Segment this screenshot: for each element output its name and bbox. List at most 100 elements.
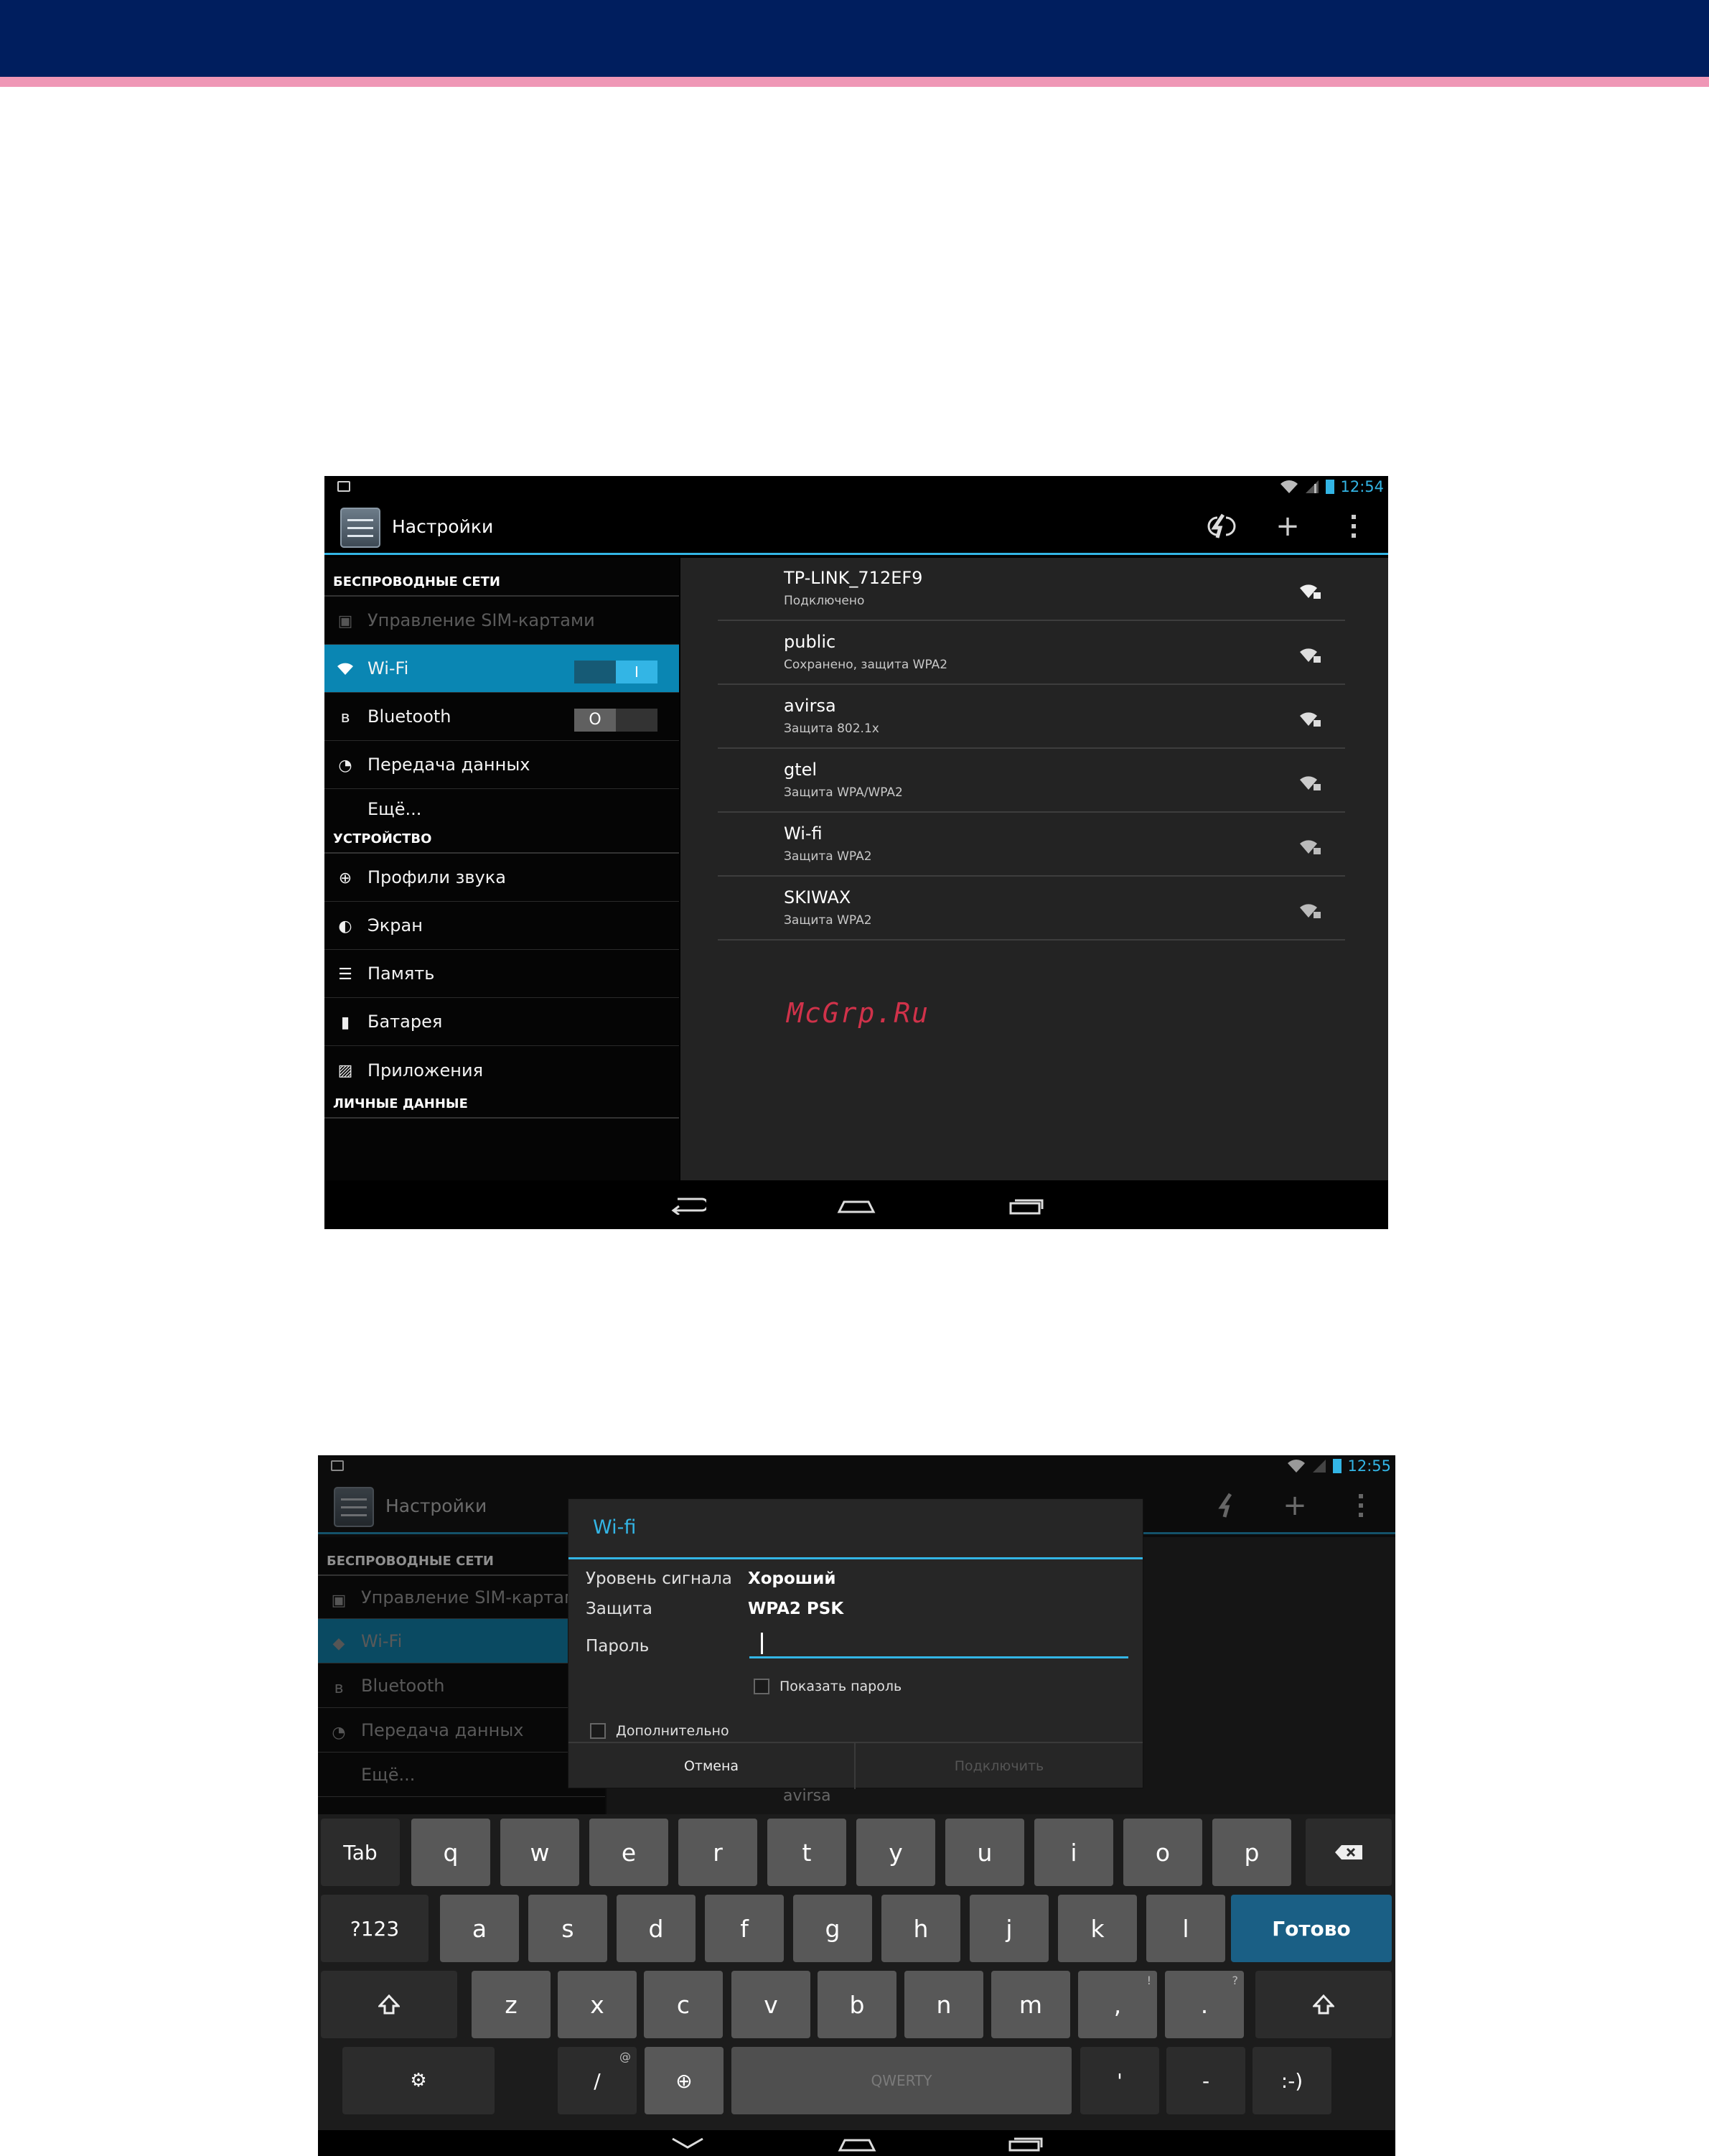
key-h[interactable]: h [881, 1895, 960, 1962]
sidebar-item-storage[interactable]: ☰ Память [324, 950, 679, 998]
network-item[interactable]: TP-LINK_712EF9 Подключено [718, 558, 1345, 621]
key-label: g [825, 1914, 841, 1943]
add-icon[interactable]: + [1273, 1484, 1316, 1527]
shift-key-right[interactable] [1255, 1971, 1392, 2038]
sidebar-item-data-usage[interactable]: ◔ Передача данных [324, 741, 679, 789]
sidebar-item-sim[interactable]: ▣ Управление SIM-картами [318, 1576, 605, 1619]
data-usage-icon: ◔ [332, 1723, 346, 1742]
key-n[interactable]: n [904, 1971, 983, 2038]
back-icon[interactable] [670, 1193, 706, 1215]
space-bar[interactable]: QWERTY [731, 2047, 1072, 2114]
battery-icon [1333, 1459, 1342, 1473]
cancel-button[interactable]: Отмена [568, 1743, 856, 1789]
settings-app-icon[interactable] [334, 1487, 374, 1527]
key-z[interactable]: z [472, 1971, 551, 2038]
key-u[interactable]: u [945, 1819, 1024, 1886]
wifi-signal-icon [1288, 1460, 1306, 1473]
shift-key-left[interactable] [321, 1971, 457, 2038]
key-label: m [1019, 1990, 1043, 2019]
sidebar-item-wifi[interactable]: Wi-Fi I [324, 645, 679, 693]
home-icon[interactable] [838, 2133, 876, 2152]
security-value: WPA2 PSK [748, 1600, 844, 1618]
key-dash[interactable]: - [1166, 2047, 1245, 2114]
page-title: Настройки [392, 516, 494, 537]
network-item[interactable]: gtel Защита WPA/WPA2 [718, 750, 1345, 813]
key-o[interactable]: o [1123, 1819, 1202, 1886]
sidebar-item-wifi[interactable]: ◆ Wi-Fi [318, 1619, 605, 1663]
password-input[interactable] [749, 1630, 1128, 1658]
key-j[interactable]: j [970, 1895, 1049, 1962]
advanced-checkbox[interactable] [590, 1723, 606, 1739]
sim-icon: ▣ [337, 612, 353, 630]
bluetooth-toggle[interactable]: O [574, 709, 657, 732]
key-s[interactable]: s [528, 1895, 607, 1962]
network-item[interactable]: avirsa Защита 802.1x [718, 686, 1345, 749]
key-g[interactable]: g [793, 1895, 872, 1962]
key-l[interactable]: l [1146, 1895, 1225, 1962]
key-smiley[interactable]: :-) [1253, 2047, 1331, 2114]
key-q[interactable]: q [411, 1819, 490, 1886]
sidebar-item-data-usage[interactable]: ◔ Передача данных [318, 1708, 605, 1753]
sidebar-item-apps[interactable]: ▨ Приложения [324, 1046, 679, 1094]
settings-app-icon[interactable] [340, 508, 380, 548]
key-t[interactable]: t [767, 1819, 846, 1886]
wifi-lock-icon [1300, 584, 1321, 599]
sidebar-item-more[interactable]: Ещё... [318, 1753, 605, 1797]
key-a[interactable]: a [440, 1895, 519, 1962]
data-usage-icon: ◔ [338, 756, 352, 775]
sidebar-item-battery[interactable]: ▮ Батарея [324, 998, 679, 1046]
key-symbols[interactable]: ?123 [321, 1895, 429, 1962]
sync-icon[interactable] [1200, 505, 1243, 548]
key-k[interactable]: k [1058, 1895, 1137, 1962]
sync-icon[interactable] [1207, 1484, 1250, 1527]
key-f[interactable]: f [705, 1895, 784, 1962]
wifi-toggle[interactable]: I [574, 661, 657, 683]
key-r[interactable]: r [678, 1819, 757, 1886]
connect-button[interactable]: Подключить [856, 1743, 1143, 1789]
language-key[interactable]: ⊕ [645, 2047, 724, 2114]
backspace-key[interactable] [1306, 1819, 1392, 1886]
key-b[interactable]: b [818, 1971, 896, 2038]
recent-apps-icon[interactable] [1007, 2133, 1044, 2152]
network-item[interactable]: public Сохранено, защита WPA2 [718, 622, 1345, 685]
sidebar-item-bluetooth[interactable]: ʙ Bluetooth O [324, 693, 679, 741]
show-password-checkbox[interactable] [754, 1679, 769, 1694]
overflow-menu-icon[interactable] [1339, 1484, 1382, 1527]
settings-key[interactable]: ⚙ [342, 2047, 495, 2114]
key-x[interactable]: x [558, 1971, 637, 2038]
recent-apps-icon[interactable] [1008, 1193, 1045, 1215]
settings-menu: БЕСПРОВОДНЫЕ СЕТИ ▣ Управление SIM-картам… [324, 558, 679, 1180]
key-comma[interactable]: ,! [1078, 1971, 1157, 2038]
overflow-menu-icon[interactable] [1332, 505, 1375, 548]
key-y[interactable]: y [856, 1819, 935, 1886]
sidebar-item-sound[interactable]: ⊕ Профили звука [324, 854, 679, 902]
wifi-lock-icon [1300, 648, 1321, 663]
network-ssid: avirsa [784, 696, 836, 716]
network-item[interactable]: SKIWAX Защита WPA2 [718, 877, 1345, 941]
add-icon[interactable]: + [1266, 505, 1309, 548]
network-item[interactable]: Wi-fi Защита WPA2 [718, 813, 1345, 877]
sidebar-item-sim[interactable]: ▣ Управление SIM-картами [324, 597, 679, 645]
done-button[interactable]: Готово [1231, 1895, 1392, 1962]
key-e[interactable]: e [589, 1819, 668, 1886]
key-p[interactable]: p [1212, 1819, 1291, 1886]
key-w[interactable]: w [500, 1819, 579, 1886]
key-m[interactable]: m [991, 1971, 1070, 2038]
key-period[interactable]: .? [1165, 1971, 1244, 2038]
home-icon[interactable] [837, 1193, 876, 1215]
navigation-bar [324, 1180, 1388, 1229]
key-slash[interactable]: / @ [558, 2047, 637, 2114]
key-label: - [1202, 2068, 1210, 2093]
key-tab[interactable]: Tab [321, 1819, 400, 1886]
key-i[interactable]: i [1034, 1819, 1113, 1886]
sidebar-item-display[interactable]: ◐ Экран [324, 902, 679, 950]
sidebar-item-more[interactable]: Ещё... [324, 789, 679, 829]
key-d[interactable]: d [617, 1895, 696, 1962]
key-c[interactable]: c [644, 1971, 723, 2038]
key-v[interactable]: v [731, 1971, 810, 2038]
hide-keyboard-icon[interactable] [670, 2136, 706, 2150]
key-apostrophe[interactable]: ' [1080, 2047, 1159, 2114]
advanced-label: Дополнительно [616, 1723, 729, 1739]
sidebar-item-bluetooth[interactable]: ʙ Bluetooth [318, 1663, 605, 1708]
sim-icon: ▣ [331, 1591, 347, 1610]
